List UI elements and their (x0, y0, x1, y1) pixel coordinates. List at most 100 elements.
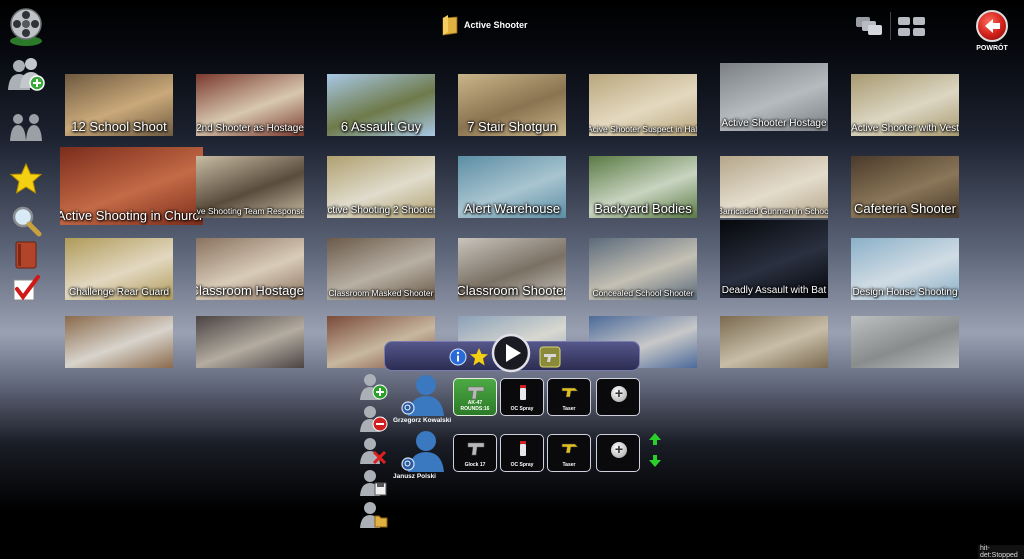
remove-player-icon[interactable] (358, 404, 388, 432)
scenario-title: Concealed School Shooter (592, 288, 694, 298)
scenario-tile[interactable]: Classroom Masked Shooter (327, 238, 435, 300)
weapon-select-icon[interactable] (539, 346, 561, 368)
scenario-tile[interactable]: Backyard Bodies (589, 156, 697, 218)
load-players-icon[interactable] (358, 500, 388, 528)
scenario-thumbnail (720, 316, 828, 368)
back-label: POWRÓT (976, 45, 1008, 52)
scenario-title: Deadly Assault with Bat (721, 285, 827, 296)
scenario-title: Backyard Bodies (594, 201, 692, 216)
scenario-thumbnail (65, 316, 173, 368)
spray-icon (520, 441, 526, 456)
scenario-thumbnail (196, 316, 304, 368)
scenario-tile[interactable]: Cafeteria Shooter (851, 156, 959, 218)
rifle-icon (467, 386, 485, 400)
add-user-group-button[interactable] (6, 58, 46, 92)
scenario-tile[interactable]: 7 Stair Shotgun (458, 74, 566, 136)
plus-icon: + (611, 442, 627, 458)
weapon-slot[interactable]: Taser (547, 378, 591, 416)
status-text: hit-det:Stopped (978, 545, 1024, 559)
move-down-icon[interactable] (648, 454, 662, 468)
stack-view-icon (856, 17, 882, 35)
scenario-tile[interactable] (196, 316, 304, 368)
checklist-button[interactable] (6, 272, 46, 306)
scenario-title: 7 Stair Shotgun (467, 119, 557, 134)
scenario-title: 12 School Shoot (71, 119, 167, 134)
scenario-tile[interactable]: Active Shooting 2 Shooters (327, 156, 435, 218)
weapon-label: OC Spray (510, 406, 534, 412)
scenario-title: Active Shooting 2 Shooters (327, 205, 435, 216)
scenario-title: Active Shooting in Church (60, 208, 203, 223)
back-button[interactable]: POWRÓT (964, 6, 1020, 56)
search-button[interactable] (6, 204, 46, 238)
info-icon[interactable] (449, 348, 467, 366)
weapon-slot[interactable]: OC Spray (500, 434, 544, 472)
weapon-ammo: ROUNDS:16 (460, 406, 490, 412)
scenario-tile[interactable]: 12 School Shoot (65, 74, 173, 136)
scenario-tile[interactable]: Classroom Shooter (458, 238, 566, 300)
scenario-title: 6 Assault Guy (340, 119, 422, 134)
weapon-label: Taser (562, 406, 576, 412)
weapon-slot[interactable]: OC Spray (500, 378, 544, 416)
page-title: Active Shooter (442, 12, 528, 38)
magnifier-icon (12, 206, 42, 237)
scenario-tile[interactable]: Acive Shooter Suspect in Hall (589, 74, 697, 136)
add-player-icon[interactable] (358, 372, 388, 400)
player-name: Grzegorz Kowalski (393, 417, 452, 424)
weapon-slot[interactable]: Taser (547, 434, 591, 472)
play-icon[interactable] (491, 333, 531, 373)
weapon-slot[interactable]: AK-47 ROUNDS:16 (453, 378, 497, 416)
add-weapon-button[interactable]: + (596, 378, 640, 416)
delete-player-icon[interactable] (358, 436, 388, 464)
scenario-title: Classroom Hostages (196, 283, 304, 298)
scenario-tile[interactable]: Deadly Assault with Bat (720, 220, 828, 298)
scenario-title: Acive Shooter Suspect in Hall (589, 124, 697, 134)
view-divider (890, 12, 891, 40)
favorites-button[interactable] (6, 160, 46, 198)
scenario-tile[interactable]: Classroom Hostages (196, 238, 304, 300)
scenario-tile[interactable]: ive Shooting Team Response (196, 156, 304, 218)
pistol-icon (467, 442, 485, 456)
player-avatar[interactable] (398, 428, 450, 474)
scenario-title: Barricaded Gunmen in School (720, 206, 828, 216)
scenario-tile[interactable]: Design House Shooting (851, 238, 959, 300)
scenario-tile[interactable] (65, 316, 173, 368)
weapon-slot[interactable]: Glock 17 (453, 434, 497, 472)
scenario-tile[interactable]: 2nd Shooter as Hostage (196, 74, 304, 136)
move-up-icon[interactable] (648, 432, 662, 446)
grid-view-button[interactable] (896, 14, 928, 43)
scenario-tile[interactable]: 6 Assault Guy (327, 74, 435, 136)
player-avatar[interactable] (398, 372, 450, 418)
scenario-title: Classroom Shooter (458, 283, 566, 298)
add-user-group-icon (8, 58, 45, 91)
film-reel-button[interactable] (6, 6, 46, 48)
scenario-tile[interactable]: Active Shooting in Church (60, 147, 203, 225)
scenario-title: Design House Shooting (852, 287, 958, 298)
spray-icon (520, 385, 526, 400)
back-arrow-icon (976, 10, 1008, 42)
favorite-star-icon[interactable] (469, 347, 489, 367)
scenario-tile[interactable] (851, 316, 959, 368)
film-reel-icon (10, 8, 42, 46)
scenario-tile[interactable] (720, 316, 828, 368)
scenario-tile[interactable]: Concealed School Shooter (589, 238, 697, 300)
scenario-tile[interactable]: Challenge Rear Guard (65, 238, 173, 300)
save-players-icon[interactable] (358, 468, 388, 496)
taser-icon (561, 387, 579, 398)
scenario-title: Classroom Masked Shooter (328, 288, 434, 298)
book-button[interactable] (6, 238, 46, 272)
grid-view-icon (898, 17, 925, 36)
scenario-tile[interactable]: Active Shooter Hostage (720, 63, 828, 131)
stack-view-button[interactable] (854, 14, 888, 43)
add-weapon-button[interactable]: + (596, 434, 640, 472)
scenario-tile[interactable]: Alert Warehouse (458, 156, 566, 218)
plus-icon: + (611, 386, 627, 402)
scenario-thumbnail (851, 316, 959, 368)
users-button[interactable] (6, 110, 46, 144)
weapon-label: OC Spray (510, 462, 534, 468)
scenario-title: ive Shooting Team Response (196, 206, 304, 216)
scenario-tile[interactable]: Barricaded Gunmen in School (720, 156, 828, 218)
scenario-title: 2nd Shooter as Hostage (196, 123, 304, 134)
folder-icon (442, 15, 458, 36)
taser-icon (561, 443, 579, 454)
scenario-tile[interactable]: Active Shooter with Vest (851, 74, 959, 136)
